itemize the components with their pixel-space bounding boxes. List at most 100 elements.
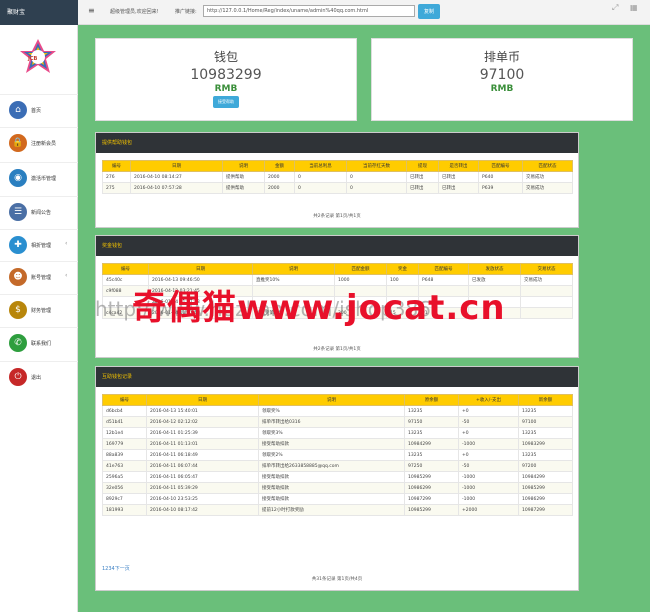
column-header: 提现 [406,160,439,172]
column-header: 匹配状态 [522,160,573,172]
column-header: 编号 [102,394,147,406]
table-row: 275 2016-04-10 07:57:28 提供帮助 2000 0 0 已转出 已转出 P6… [102,182,573,194]
chevron-left-icon: ‹ [65,272,68,279]
table-row: 12b1e4 2016-04-11 01:25:39 领取奖3% 13235 +0 132… [102,427,573,439]
record-table: 编号 日期 说明 原余额 +收入/-支出 新余额 d6bcb4 2016-04-1… [102,394,573,516]
column-header: 日期 [148,263,253,275]
sidebar-item-label: 首页 [31,108,42,114]
table-header: 编号 日期 说明 原余额 +收入/-支出 新余额 [102,394,573,406]
column-header: 编号 [102,160,131,172]
panel-title: 奖金钱包 [96,236,578,256]
table-row: 169779 2016-04-11 01:13:01 接受帮助扣款 10984299-… [102,438,573,450]
column-header: 新余额 [518,394,573,406]
table-row: 276 2016-04-10 08:14:27 提供帮助 2000 0 0 已转出 已转出 P6… [102,171,573,183]
menu-toggle-icon[interactable]: ≡ [88,6,95,15]
queue-card: 排单币 97100 RMB [371,38,633,121]
pager-text: 共2条记录 第1页/共1页 [313,347,361,352]
sidebar-item-match[interactable]: ✚ 相折管理 ‹ [0,229,78,261]
help-table: 编号 日期 说明 金额 当前总利息 当前存红天数 提现 是否转出 匹配编号 匹配… [102,160,573,194]
promo-link-input[interactable] [203,5,415,17]
copy-button[interactable]: 复制 [418,4,440,19]
sidebar-item-label: 激活币管理 [31,176,57,182]
panel-title: 提供帮助钱包 [96,133,578,153]
sidebar-item-finance[interactable]: $ 财务管理 [0,294,78,326]
column-header: 匹配金额 [334,263,387,275]
wallet-card: 钱包 10983299 RMB 接受帮助 [95,38,357,121]
globe-icon: ◉ [9,169,27,187]
sidebar-item-label: 相折管理 [31,243,52,249]
table-row: d51b41 2016-04-12 02:12:02 排单币转出给0316 97150… [102,416,573,428]
chevron-left-icon: ‹ [65,240,68,247]
logo-icon [20,39,56,73]
sidebar: JCB ⌂ 首页 🔒 注册新会员 ◉ 激活币管理 ☰ 新闻公告 ✚ 相折管理 ‹… [0,25,78,612]
users-icon: ☻ [9,268,27,286]
column-header: 说明 [252,263,335,275]
lock-icon: 🔒 [9,134,27,152]
home-icon: ⌂ [9,101,27,119]
app-brand: 聚财宝 [0,0,78,25]
accept-help-button[interactable]: 接受帮助 [213,96,239,108]
column-header: 当前总利息 [294,160,347,172]
sidebar-item-activation[interactable]: ◉ 激活币管理 [0,162,78,194]
column-header: 说明 [222,160,265,172]
sidebar-item-contact[interactable]: ✆ 联系我们 [0,327,78,359]
sidebar-item-logout[interactable]: ⏻ 退出 [0,361,78,393]
table-row: 8929c7 2016-04-10 23:53:25 接受帮助扣款 10987299-… [102,493,573,505]
panel-title: 互助钱包记录 [96,367,578,387]
wallet-value: 10983299 [190,67,262,83]
top-bar: 聚财宝 ≡ 超级管理员,欢迎回来! 推广链接: 复制 ⤢ ▦ [0,0,650,25]
sidebar-item-label: 账号管理 [31,275,52,281]
table-row: 41e763 2016-04-11 06:07:44 排单币转出给263385888… [102,460,573,472]
table-row: 181993 2016-04-10 08:17:42 提前12小时打款奖励 10985… [102,504,573,516]
sidebar-item-label: 注册新会员 [31,141,57,147]
table-row: 88a839 2016-04-11 06:18:49 领取奖2% 13235 +0 132… [102,449,573,461]
promo-label: 推广链接: [175,9,197,15]
column-header: 奖金 [386,263,419,275]
column-header: 是否转出 [438,160,479,172]
sidebar-item-account[interactable]: ☻ 账号管理 ‹ [0,261,78,293]
news-icon: ☰ [9,203,27,221]
queue-value: 97100 [479,67,525,83]
sidebar-item-home[interactable]: ⌂ 首页 [0,94,78,126]
column-header: 当前存红天数 [346,160,407,172]
column-header: 交易状态 [520,263,573,275]
grid-icon[interactable]: ▦ [630,3,638,12]
column-header: 发放状态 [468,263,521,275]
column-header: 金额 [264,160,295,172]
wallet-unit: RMB [214,84,238,94]
sidebar-item-label: 退出 [31,375,42,381]
power-icon: ⏻ [9,368,27,386]
pagination-links[interactable]: 1234下一页 [102,565,130,572]
column-header: 日期 [146,394,259,406]
table-header: 编号 日期 说明 匹配金额 奖金 匹配编号 发放状态 交易状态 [102,263,573,275]
sidebar-item-label: 财务管理 [31,308,52,314]
logo-text: JCB [28,56,38,62]
pager-text: 共2条记录 第1页/共1页 [313,214,361,219]
mutual-wallet-record-panel: 互助钱包记录 编号 日期 说明 原余额 +收入/-支出 新余额 d6bcb4 20… [95,366,579,591]
sidebar-item-label: 联系我们 [31,341,52,347]
sidebar-item-news[interactable]: ☰ 新闻公告 [0,196,78,228]
queue-title: 排单币 [483,50,520,64]
dollar-icon: $ [9,301,27,319]
column-header: 匹配编号 [418,263,469,275]
column-header: 编号 [102,263,149,275]
watermark-text: 奇偶猫www.jocat.cn [132,288,506,328]
queue-unit: RMB [490,84,514,94]
fullscreen-icon[interactable]: ⤢ [612,3,618,13]
sidebar-item-label: 新闻公告 [31,210,52,216]
sidebar-item-register[interactable]: 🔒 注册新会员 [0,127,78,159]
pager-text: 共31条记录 第1页/共4页 [311,577,363,582]
contact-icon: ✆ [9,334,27,352]
column-header: 日期 [130,160,223,172]
welcome-text: 超级管理员,欢迎回来! [110,9,159,15]
table-row: 32e056 2016-04-11 05:39:29 接受帮助扣款 10986299-… [102,482,573,494]
column-header: 匹配编号 [478,160,523,172]
table-row: d6bcb4 2016-04-13 15:40:01 领取奖% 13235 +0 1323… [102,405,573,417]
wallet-title: 钱包 [213,50,238,64]
table-row: 2596a5 2016-04-11 06:05:47 接受帮助扣款 10985299-… [102,471,573,483]
column-header: 说明 [258,394,405,406]
table-header: 编号 日期 说明 金额 当前总利息 当前存红天数 提现 是否转出 匹配编号 匹配… [102,160,573,172]
column-header: 原余额 [404,394,459,406]
help-wallet-panel: 提供帮助钱包 编号 日期 说明 金额 当前总利息 当前存红天数 提现 是否转出 … [95,132,579,228]
puzzle-icon: ✚ [9,236,27,254]
